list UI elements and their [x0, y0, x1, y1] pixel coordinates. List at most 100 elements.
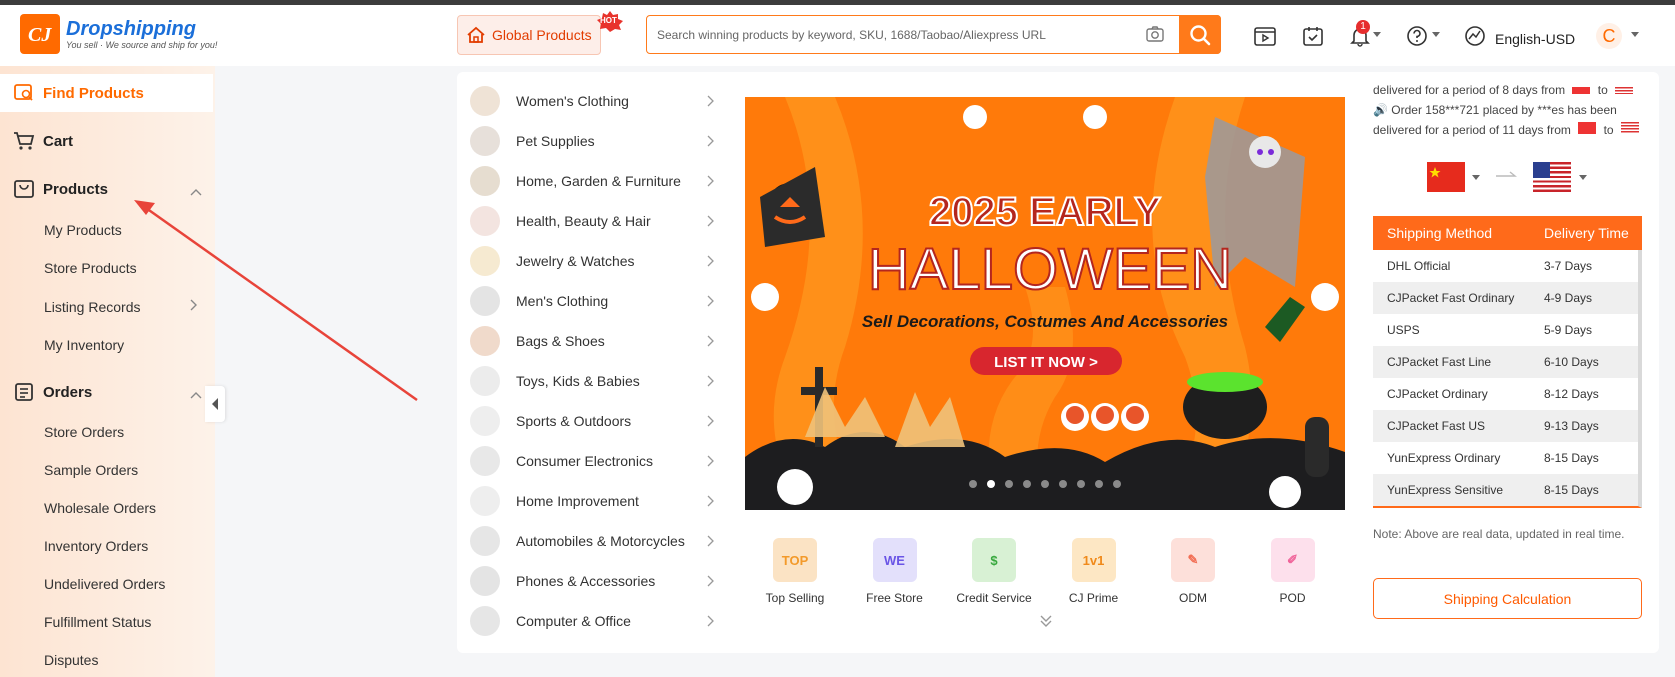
category-item[interactable]: Phones & Accessories [470, 566, 655, 596]
chevron-right-icon [707, 175, 714, 187]
category-label: Phones & Accessories [516, 573, 656, 589]
feature-free-store[interactable]: WE Free Store [845, 538, 945, 605]
logo[interactable]: CJ Dropshipping You sell · We source and… [20, 14, 217, 54]
feature-credit-service[interactable]: $ Credit Service [944, 538, 1044, 605]
category-thumbnail-icon [470, 406, 500, 436]
video-icon[interactable] [1253, 25, 1277, 47]
category-item[interactable]: Women's Clothing [470, 86, 629, 116]
chevron-down-icon[interactable] [1372, 31, 1382, 39]
sidebar-collapse-button[interactable] [205, 386, 225, 422]
sidebar-item-find-products[interactable]: Find Products [13, 83, 144, 103]
category-item[interactable]: Toys, Kids & Babies [470, 366, 640, 396]
delivery-time-cell: 9-13 Days [1544, 419, 1599, 433]
sidebar-item-undelivered-orders[interactable]: Undelivered Orders [44, 576, 165, 592]
category-item[interactable]: Bags & Shoes [470, 326, 605, 356]
table-row: CJPacket Fast Ordinary 4-9 Days [1373, 282, 1638, 314]
chevron-double-down-icon[interactable] [1039, 614, 1053, 628]
shipping-rows[interactable]: DHL Official 3-7 Days CJPacket Fast Ordina… [1373, 250, 1642, 508]
chevron-down-icon[interactable] [1431, 31, 1441, 39]
global-products-button[interactable]: Global Products HOT [457, 11, 623, 55]
carousel-dot[interactable] [1023, 480, 1031, 488]
carousel-dot[interactable] [1005, 480, 1013, 488]
table-row: YunExpress Ordinary 8-15 Days [1373, 442, 1638, 474]
delivery-time-cell: 3-7 Days [1544, 259, 1593, 273]
category-item[interactable]: Consumer Electronics [470, 446, 653, 476]
home-icon [467, 26, 485, 43]
category-thumbnail-icon [470, 246, 500, 276]
sidebar-item-my-inventory[interactable]: My Inventory [44, 337, 124, 353]
sidebar-item-store-products[interactable]: Store Products [44, 260, 137, 276]
sidebar-item-my-products[interactable]: My Products [44, 222, 122, 238]
category-item[interactable]: Home, Garden & Furniture [470, 166, 681, 196]
camera-icon[interactable] [1145, 25, 1165, 43]
carousel-dot[interactable] [987, 480, 995, 488]
carousel-dots [969, 480, 1121, 488]
destination-flag-us[interactable] [1533, 162, 1571, 192]
carousel-dot[interactable] [969, 480, 977, 488]
category-item[interactable]: Health, Beauty & Hair [470, 206, 651, 236]
chevron-right-icon[interactable] [190, 299, 198, 311]
category-item[interactable]: Pet Supplies [470, 126, 595, 156]
category-item[interactable]: Sports & Outdoors [470, 406, 631, 436]
carousel-dot[interactable] [1059, 480, 1067, 488]
carousel-dot[interactable] [1095, 480, 1103, 488]
logo-name: Dropshipping [66, 18, 196, 40]
delivery-time-cell: 4-9 Days [1544, 291, 1593, 305]
search-icon [1190, 24, 1211, 45]
chevron-right-icon [707, 335, 714, 347]
category-label: Consumer Electronics [516, 453, 653, 469]
carousel-dot[interactable] [1113, 480, 1121, 488]
banner-cta[interactable]: LIST IT NOW > [994, 354, 1098, 371]
chevron-up-icon[interactable] [190, 188, 202, 196]
category-item[interactable]: Home Improvement [470, 486, 639, 516]
category-item[interactable]: Men's Clothing [470, 286, 608, 316]
delivery-time-cell: 8-15 Days [1544, 483, 1599, 497]
category-item[interactable]: Computer & Office [470, 606, 631, 636]
sidebar-item-cart[interactable]: Cart [13, 131, 73, 151]
chevron-down-icon[interactable] [1471, 174, 1481, 182]
sidebar-item-products[interactable]: Products [13, 179, 108, 199]
feature-odm[interactable]: ✎ ODM [1143, 538, 1243, 605]
task-check-icon[interactable] [1302, 25, 1324, 47]
sidebar-item-sample-orders[interactable]: Sample Orders [44, 462, 138, 478]
avatar[interactable]: C [1596, 23, 1622, 49]
category-thumbnail-icon [470, 566, 500, 596]
sidebar-item-orders[interactable]: Orders [13, 382, 92, 402]
feature-pod[interactable]: ✐ POD [1243, 538, 1343, 605]
feature-label: Top Selling [765, 591, 825, 605]
sidebar-item-listing-records[interactable]: Listing Records [44, 299, 141, 315]
shipping-calculation-button[interactable]: Shipping Calculation [1373, 578, 1642, 619]
category-label: Automobiles & Motorcycles [516, 533, 685, 549]
feature-cj-prime[interactable]: 1v1 CJ Prime [1044, 538, 1144, 605]
feature-label: POD [1279, 591, 1306, 605]
feature-label: ODM [1179, 591, 1207, 605]
category-item[interactable]: Automobiles & Motorcycles [470, 526, 685, 556]
delivery-time-header: Delivery Time [1544, 225, 1629, 241]
origin-flag-china[interactable] [1427, 162, 1465, 192]
cart-icon [14, 132, 35, 150]
chevron-right-icon [707, 95, 714, 107]
help-icon[interactable] [1406, 25, 1428, 47]
logo-tagline: You sell · We source and ship for you! [66, 40, 218, 50]
sidebar-item-inventory-orders[interactable]: Inventory Orders [44, 538, 148, 554]
language-selector[interactable]: English-USD [1495, 31, 1575, 47]
chevron-down-icon[interactable] [1578, 174, 1588, 182]
chevron-right-icon [707, 615, 714, 627]
banner-subtitle: Sell Decorations, Costumes And Accessori… [862, 312, 1228, 331]
category-label: Home Improvement [516, 493, 639, 509]
carousel-dot[interactable] [1077, 480, 1085, 488]
halloween-banner[interactable]: 2025 EARLY HALLOWEEN Sell Decorations, C… [745, 97, 1345, 510]
chevron-down-icon[interactable] [1630, 31, 1640, 39]
sidebar-item-wholesale-orders[interactable]: Wholesale Orders [44, 500, 156, 516]
search-button[interactable] [1179, 15, 1221, 54]
feature-top-selling[interactable]: TOP Top Selling [745, 538, 845, 605]
sidebar-item-store-orders[interactable]: Store Orders [44, 424, 124, 440]
carousel-dot[interactable] [1041, 480, 1049, 488]
category-item[interactable]: Jewelry & Watches [470, 246, 635, 276]
us-flag-icon [1615, 87, 1634, 94]
sidebar-item-disputes[interactable]: Disputes [44, 652, 98, 668]
search-input[interactable] [657, 24, 1127, 46]
chevron-up-icon[interactable] [190, 391, 202, 399]
sidebar-item-fulfillment-status[interactable]: Fulfillment Status [44, 614, 151, 630]
globe-icon[interactable] [1464, 25, 1486, 47]
